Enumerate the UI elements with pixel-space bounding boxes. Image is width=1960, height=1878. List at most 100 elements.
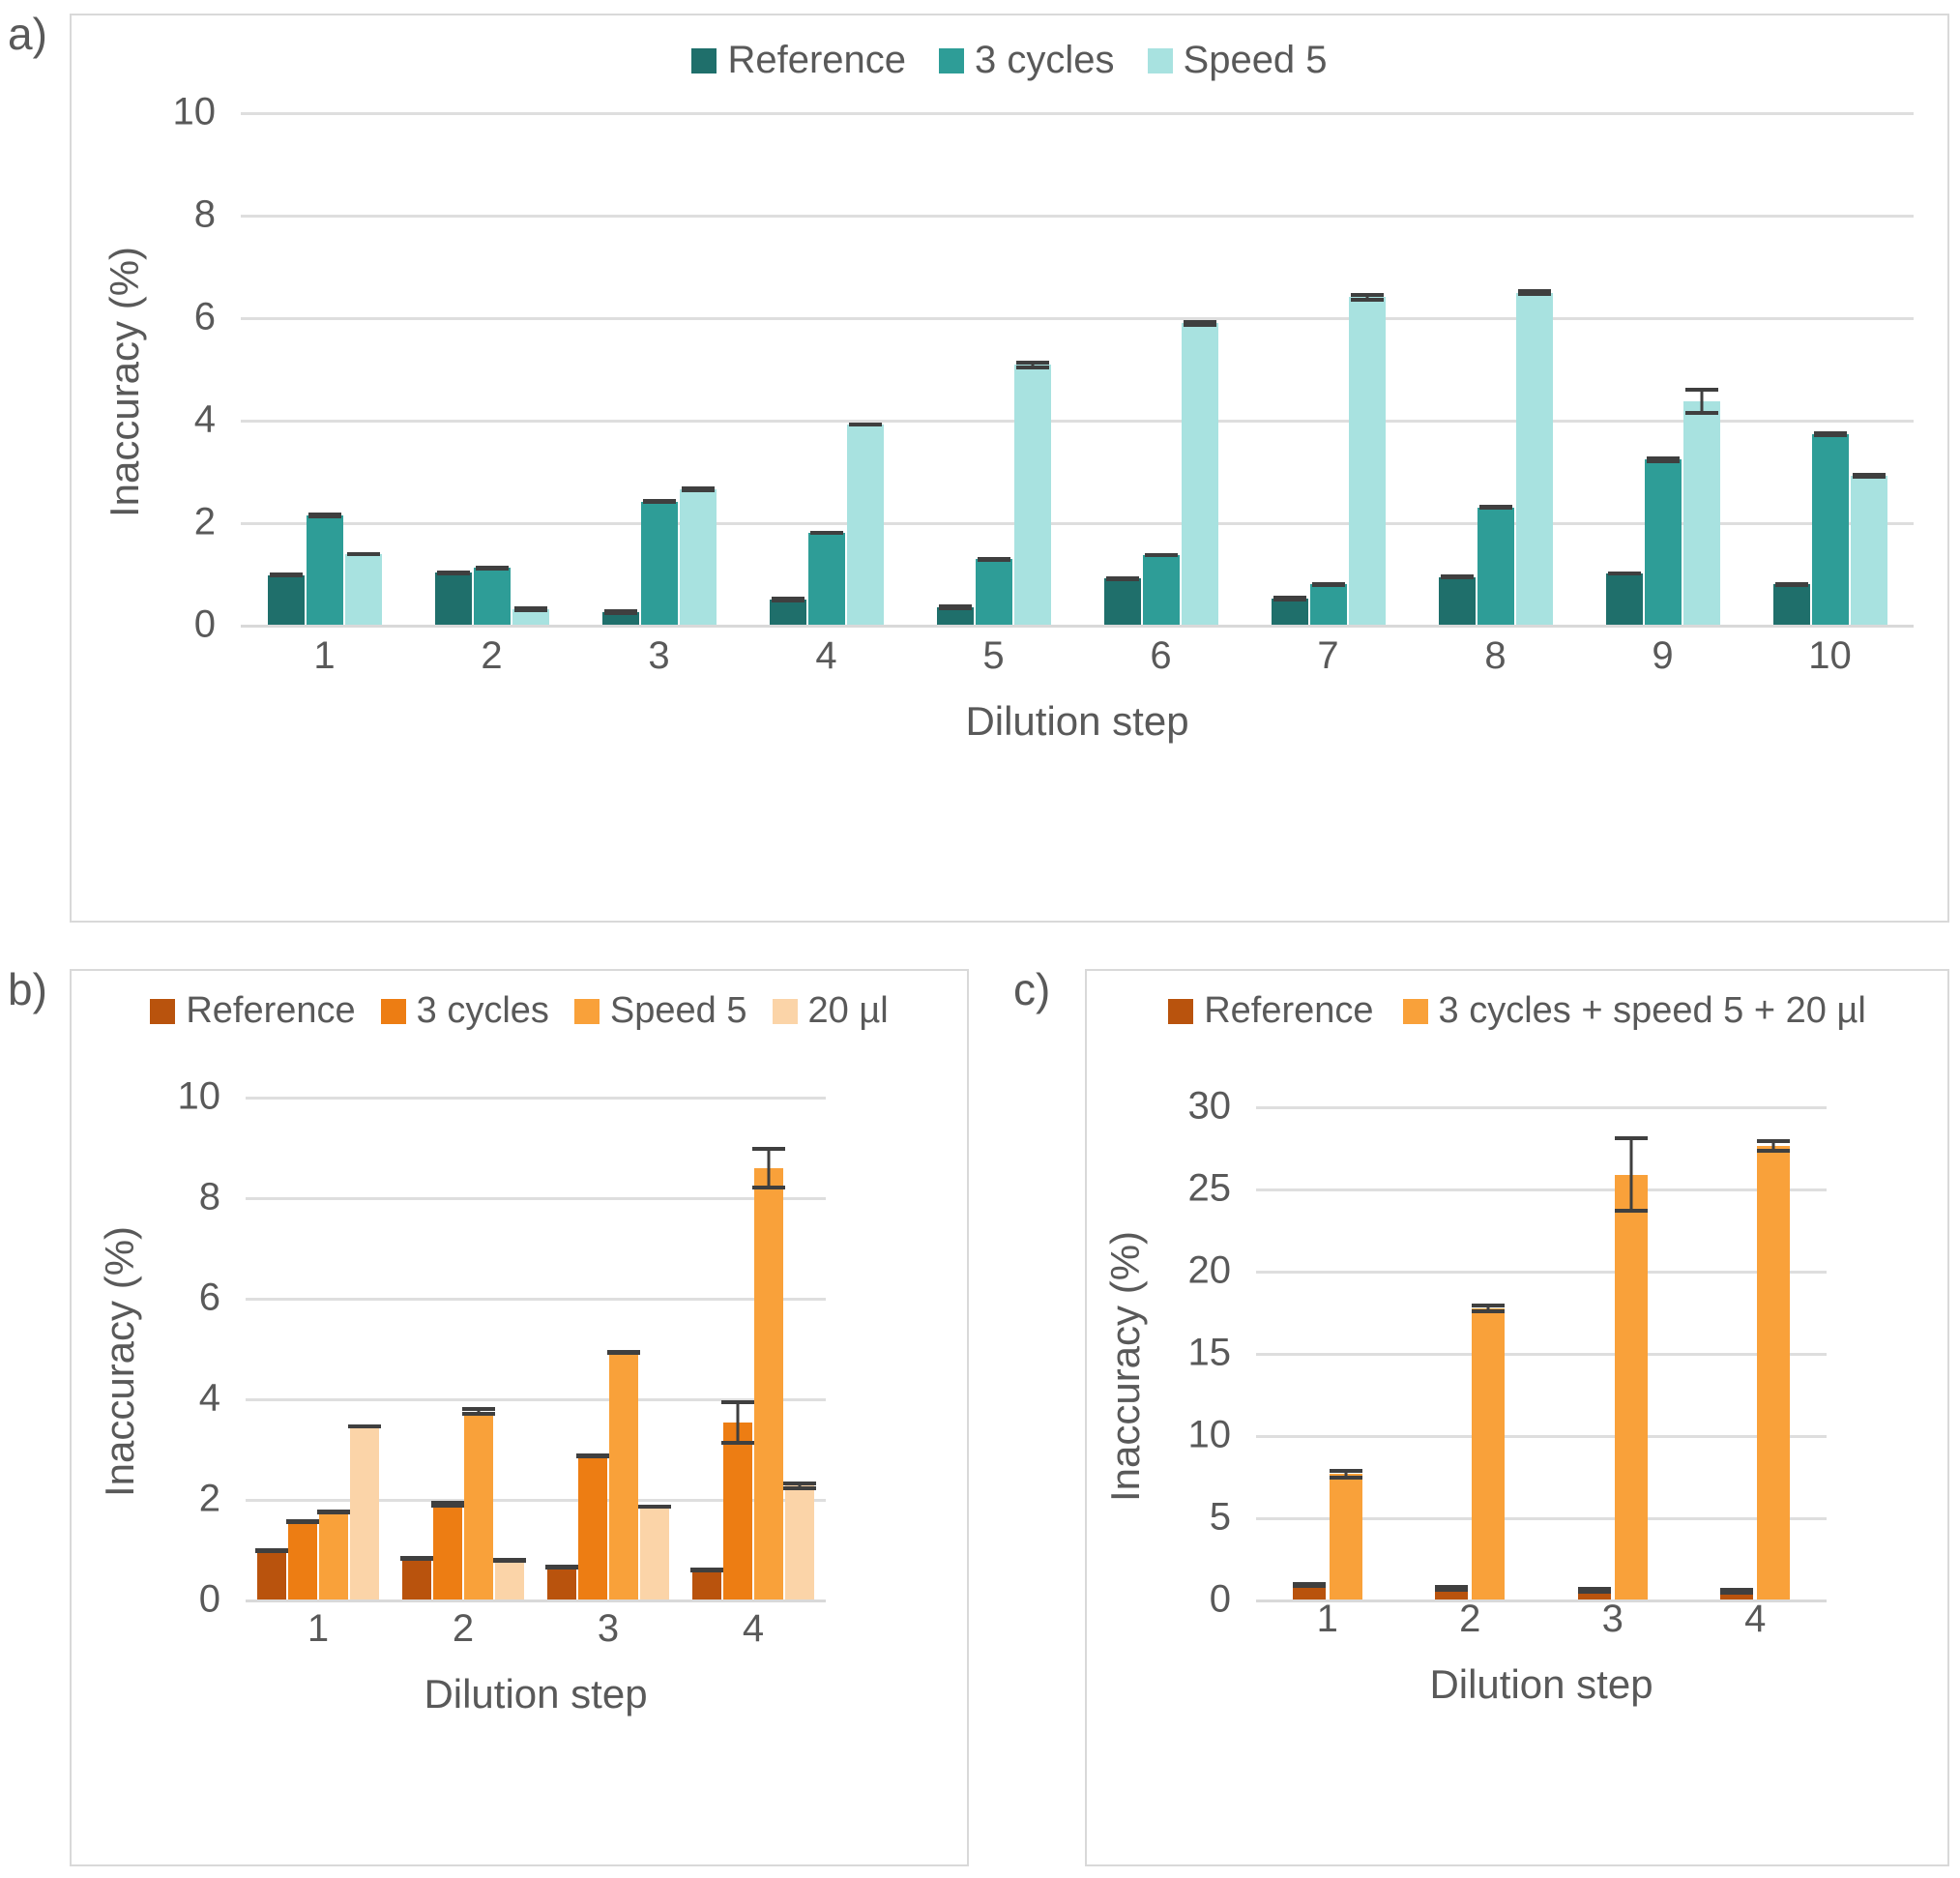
x-tick-label: 3 <box>597 1607 620 1650</box>
bar[interactable] <box>1348 297 1386 625</box>
bar-column <box>576 1097 609 1599</box>
bar[interactable] <box>547 1567 576 1599</box>
y-tick-label: 15 <box>1187 1331 1232 1374</box>
x-tick-label: 2 <box>452 1607 475 1650</box>
y-tick-label: 4 <box>198 1376 220 1420</box>
bar[interactable] <box>754 1167 783 1599</box>
bar[interactable] <box>1605 573 1643 625</box>
x-tick-labels-c: 1 2 3 4 <box>1256 1598 1827 1641</box>
bar[interactable] <box>1772 584 1810 625</box>
bar[interactable] <box>1477 507 1514 625</box>
bar[interactable] <box>723 1422 752 1599</box>
bar[interactable] <box>785 1485 814 1599</box>
bar[interactable] <box>267 574 305 625</box>
bar[interactable] <box>679 489 717 625</box>
bar[interactable] <box>1103 578 1141 625</box>
legend-item-a-1: 3 cycles <box>939 39 1115 82</box>
bar[interactable] <box>433 1504 462 1599</box>
bar[interactable] <box>1309 584 1347 625</box>
legend-label: 3 cycles <box>975 39 1115 81</box>
bar[interactable] <box>846 425 884 625</box>
bar-column <box>1644 112 1682 625</box>
error-bar <box>681 486 715 492</box>
error-bar <box>809 530 843 535</box>
panel-letter-a: a) <box>8 9 47 59</box>
bar-group <box>1412 112 1579 625</box>
bar[interactable] <box>464 1411 493 1599</box>
bar-groups <box>241 112 1914 625</box>
bar[interactable] <box>434 572 472 625</box>
bar[interactable] <box>1181 323 1218 625</box>
bar[interactable] <box>1515 292 1553 625</box>
bar[interactable] <box>578 1455 607 1599</box>
bar[interactable] <box>257 1550 286 1599</box>
plot-area-c: 0 5 10 15 20 25 30 <box>1188 1085 1828 1621</box>
bar-group <box>1541 1106 1684 1599</box>
error-bar <box>752 1147 785 1189</box>
error-bar <box>475 565 509 571</box>
bar-column <box>975 112 1012 625</box>
bar[interactable] <box>1142 554 1180 625</box>
bar[interactable] <box>1329 1474 1362 1599</box>
bar[interactable] <box>1850 475 1887 625</box>
error-bar <box>1684 388 1718 415</box>
bar-column <box>493 1097 526 1599</box>
bar[interactable] <box>473 568 511 625</box>
bar[interactable] <box>1614 1174 1648 1599</box>
legend-label: Reference <box>1204 990 1374 1031</box>
bar-column <box>1757 1106 1791 1599</box>
bar[interactable] <box>640 501 678 625</box>
y-tick-label: 6 <box>198 1276 220 1319</box>
error-bar <box>513 605 547 612</box>
y-tick-label: 20 <box>1187 1248 1232 1292</box>
bar[interactable] <box>319 1511 348 1599</box>
legend-item-a-2: Speed 5 <box>1147 39 1328 82</box>
bar[interactable] <box>1472 1307 1506 1599</box>
legend-label: Speed 5 <box>609 990 747 1031</box>
bar-column <box>1850 112 1887 625</box>
error-bar <box>1273 596 1306 602</box>
bar[interactable] <box>1682 400 1720 625</box>
bar[interactable] <box>350 1425 379 1599</box>
bar[interactable] <box>1013 365 1051 625</box>
y-tick-label: 2 <box>198 1477 220 1520</box>
error-bar <box>255 1548 288 1553</box>
bar-groups <box>246 1097 826 1599</box>
x-tick-label: 3 <box>1601 1598 1624 1640</box>
bar[interactable] <box>1438 576 1476 625</box>
bar-column <box>344 112 382 625</box>
bar-column <box>1142 112 1180 625</box>
bar-column <box>1348 112 1386 625</box>
bar[interactable] <box>288 1521 317 1599</box>
bar-column <box>1181 112 1218 625</box>
y-axis-title-a: Inaccuracy (%) <box>102 246 147 518</box>
plot-area-b: 0 2 4 6 8 10 <box>178 1075 826 1621</box>
bar[interactable] <box>975 559 1012 625</box>
bar-group <box>1077 112 1244 625</box>
bar[interactable] <box>344 553 382 625</box>
bar[interactable] <box>640 1506 669 1599</box>
bar[interactable] <box>692 1570 721 1599</box>
legend-swatch-icon <box>1147 47 1173 73</box>
bar[interactable] <box>807 532 845 625</box>
error-bar <box>1577 1587 1611 1595</box>
x-axis-title-b: Dilution step <box>424 1671 648 1717</box>
bar[interactable] <box>1757 1145 1791 1599</box>
bar-column <box>1682 112 1720 625</box>
x-tick-label: 5 <box>982 634 1005 677</box>
x-axis-title-c: Dilution step <box>1429 1661 1653 1707</box>
error-bar <box>1311 581 1345 587</box>
bar[interactable] <box>769 600 806 625</box>
legend-label: Reference <box>186 990 356 1031</box>
bar[interactable] <box>609 1352 638 1599</box>
bar[interactable] <box>402 1558 431 1599</box>
bar-group <box>1684 1106 1828 1599</box>
bar[interactable] <box>495 1560 524 1599</box>
legend-swatch-icon <box>691 47 717 73</box>
bar[interactable] <box>306 515 343 625</box>
bar[interactable] <box>1271 598 1308 625</box>
bar[interactable] <box>1644 459 1682 625</box>
legend-c: Reference 3 cycles + speed 5 + 20 µl <box>1087 990 1947 1032</box>
bar[interactable] <box>1811 433 1849 625</box>
x-tick-label: 10 <box>1808 634 1852 677</box>
